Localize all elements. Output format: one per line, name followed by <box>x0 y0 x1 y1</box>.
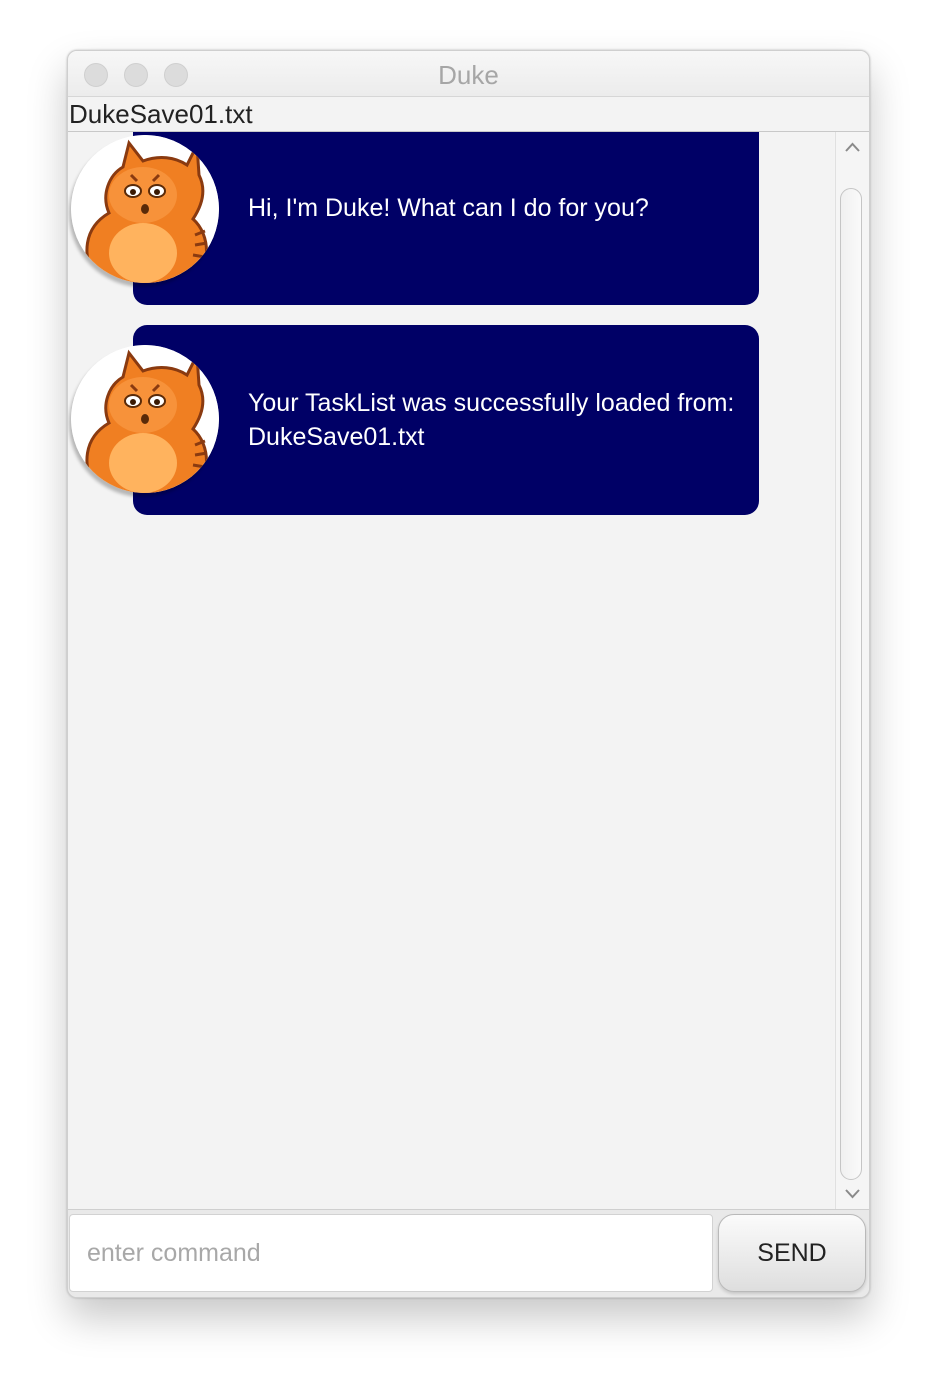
dialog-box: Hi, I'm Duke! What can I do for you? <box>68 132 768 305</box>
chevron-down-icon[interactable] <box>844 1187 861 1201</box>
orange-cat-avatar-icon <box>71 345 219 493</box>
input-bar: SEND <box>68 1209 869 1297</box>
message-text: Hi, I'm Duke! What can I do for you? <box>248 194 649 222</box>
message-bubble: Hi, I'm Duke! What can I do for you? <box>133 132 759 305</box>
file-name-label: DukeSave01.txt <box>69 99 253 129</box>
command-input[interactable] <box>69 1214 713 1292</box>
orange-cat-avatar-icon <box>71 135 219 283</box>
vertical-scrollbar[interactable] <box>835 132 869 1209</box>
window-title: Duke <box>438 60 499 90</box>
dialog-container[interactable]: Hi, I'm Duke! What can I do for you? You… <box>68 132 834 1209</box>
scrollbar-thumb[interactable] <box>840 188 862 1180</box>
chevron-up-icon[interactable] <box>844 140 861 154</box>
dialog-box: Your TaskList was successfully loaded fr… <box>68 325 768 515</box>
send-button[interactable]: SEND <box>718 1214 866 1292</box>
file-label-bar: DukeSave01.txt <box>68 97 869 132</box>
message-text: Your TaskList was successfully loaded fr… <box>248 389 735 451</box>
title-bar: Duke <box>68 51 869 97</box>
message-bubble: Your TaskList was successfully loaded fr… <box>133 325 759 515</box>
app-window: Duke DukeSave01.txt Hi, I'm Duke! What c… <box>67 50 870 1298</box>
